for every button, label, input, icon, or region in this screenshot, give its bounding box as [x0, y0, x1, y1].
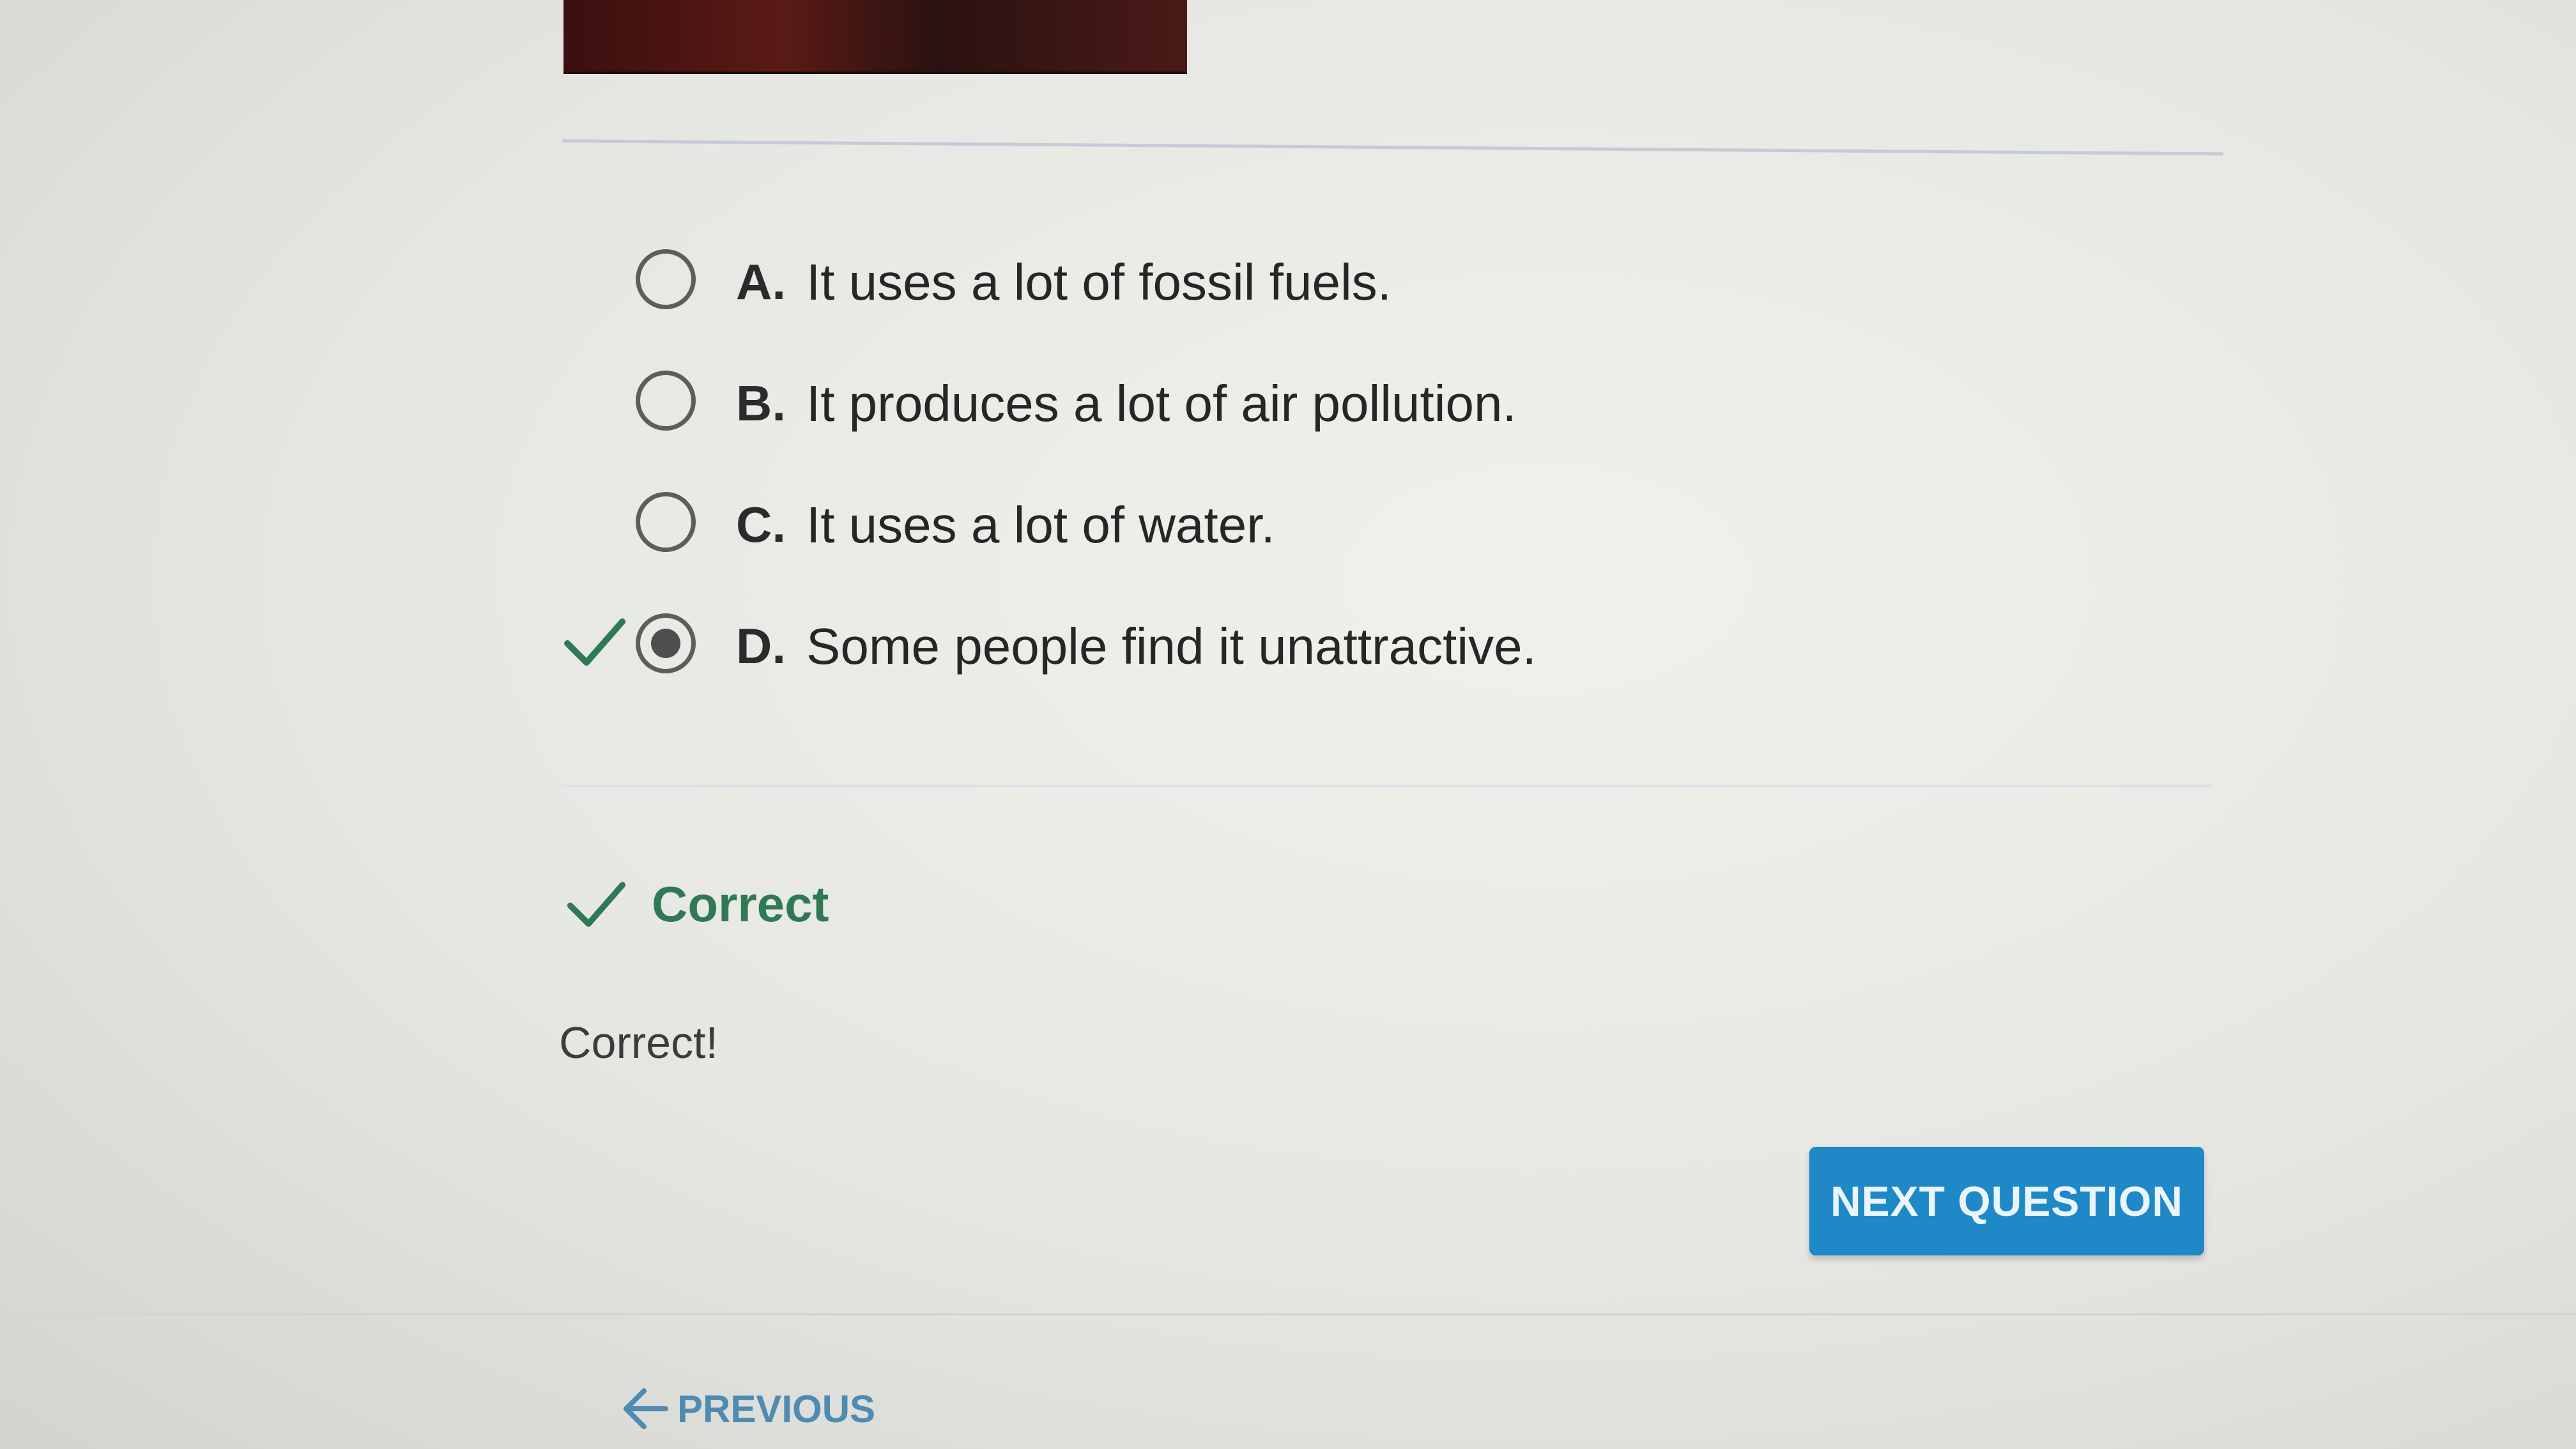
choice-letter: A.: [736, 254, 786, 310]
radio-button[interactable]: [636, 249, 696, 309]
radio-button[interactable]: [636, 492, 696, 552]
choice-b[interactable]: B. It produces a lot of air pollution.: [562, 339, 2096, 460]
choice-letter: B.: [736, 375, 786, 431]
next-question-button[interactable]: NEXT QUESTION: [1809, 1147, 2204, 1255]
question-image: [564, 0, 1187, 74]
choice-text: Some people find it unattractive.: [806, 618, 1537, 675]
checkmark-icon: [564, 618, 625, 666]
result-status: Correct: [565, 869, 829, 939]
choice-a[interactable]: A. It uses a lot of fossil fuels.: [562, 217, 2096, 339]
choice-letter: C.: [736, 496, 786, 553]
choice-letter: D.: [736, 618, 786, 674]
result-label: Correct: [652, 875, 829, 932]
previous-link[interactable]: PREVIOUS: [620, 1380, 875, 1438]
divider-bottom: [0, 1313, 2576, 1315]
choice-text: It uses a lot of fossil fuels.: [806, 254, 1392, 310]
divider-top: [562, 139, 2223, 156]
choice-text: It uses a lot of water.: [806, 496, 1275, 553]
divider-middle: [562, 785, 2211, 787]
feedback-text: Correct!: [559, 1018, 718, 1068]
choice-c[interactable]: C. It uses a lot of water.: [562, 460, 2096, 581]
previous-label: PREVIOUS: [677, 1387, 876, 1430]
answer-choices: A. It uses a lot of fossil fuels. B. It …: [562, 217, 2096, 703]
checkmark-icon: [567, 881, 626, 927]
arrow-left-icon: [624, 1388, 668, 1429]
choice-text: It produces a lot of air pollution.: [806, 375, 1517, 432]
radio-button[interactable]: [636, 371, 696, 431]
choice-d[interactable]: D. Some people find it unattractive.: [562, 581, 2096, 703]
radio-button-selected[interactable]: [636, 613, 696, 673]
